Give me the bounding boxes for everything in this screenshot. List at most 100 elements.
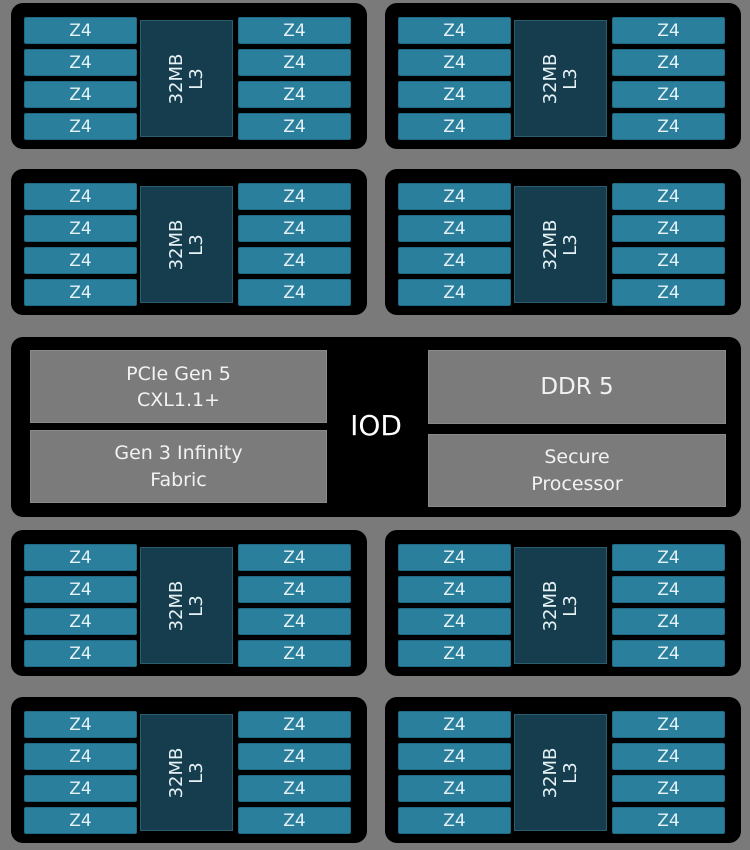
core-left: Z4 — [24, 247, 137, 274]
ddr-block: DDR 5 — [428, 350, 726, 424]
l3-cache-label: L3 — [185, 233, 207, 256]
l3-cache: 32MB L3 — [140, 714, 233, 831]
l3-cache-size: 32MB — [539, 747, 561, 798]
secure-processor-line1: Secure — [544, 445, 610, 468]
core-right: Z4 — [238, 215, 351, 242]
core-left: Z4 — [24, 183, 137, 210]
core-right: Z4 — [238, 183, 351, 210]
core-right: Z4 — [612, 608, 725, 635]
core-left: Z4 — [24, 544, 137, 571]
core-right: Z4 — [612, 183, 725, 210]
l3-cache: 32MB L3 — [140, 547, 233, 664]
core-right: Z4 — [238, 775, 351, 802]
l3-cache-size: 32MB — [539, 219, 561, 270]
core-right: Z4 — [612, 711, 725, 738]
core-left: Z4 — [24, 279, 137, 306]
core-left: Z4 — [24, 81, 137, 108]
core-right: Z4 — [612, 775, 725, 802]
l3-cache-label: L3 — [185, 761, 207, 784]
ccd-die: Z4 Z4 Z4 Z4 Z4 Z4 Z4 Z4 32MB L3 — [385, 530, 741, 676]
pcie-block: PCIe Gen 5 CXL1.1+ — [30, 350, 327, 423]
core-left: Z4 — [24, 640, 137, 667]
ddr-line1: DDR 5 — [540, 374, 614, 400]
core-right: Z4 — [238, 49, 351, 76]
core-left: Z4 — [24, 49, 137, 76]
secure-processor-block: Secure Processor — [428, 434, 726, 507]
core-right: Z4 — [238, 544, 351, 571]
iod-label: IOD — [350, 409, 402, 442]
core-right: Z4 — [612, 215, 725, 242]
infinity-fabric-line2: Fabric — [150, 468, 207, 491]
core-left: Z4 — [24, 608, 137, 635]
core-right: Z4 — [238, 81, 351, 108]
core-left: Z4 — [398, 49, 511, 76]
core-right: Z4 — [238, 279, 351, 306]
l3-cache: 32MB L3 — [514, 186, 607, 303]
core-left: Z4 — [24, 17, 137, 44]
l3-cache-size: 32MB — [165, 219, 187, 270]
l3-cache: 32MB L3 — [514, 714, 607, 831]
core-left: Z4 — [398, 640, 511, 667]
infinity-fabric-line1: Gen 3 Infinity — [114, 441, 243, 464]
core-right: Z4 — [238, 743, 351, 770]
l3-cache-label: L3 — [559, 67, 581, 90]
core-right: Z4 — [612, 247, 725, 274]
l3-cache-size: 32MB — [165, 580, 187, 631]
l3-cache-label: L3 — [185, 67, 207, 90]
core-left: Z4 — [398, 711, 511, 738]
core-right: Z4 — [612, 807, 725, 834]
core-right: Z4 — [612, 743, 725, 770]
l3-cache-label: L3 — [559, 761, 581, 784]
core-left: Z4 — [24, 743, 137, 770]
core-left: Z4 — [398, 608, 511, 635]
l3-cache: 32MB L3 — [140, 20, 233, 137]
l3-cache-size: 32MB — [165, 53, 187, 104]
core-left: Z4 — [398, 807, 511, 834]
core-right: Z4 — [238, 576, 351, 603]
ccd-die: Z4 Z4 Z4 Z4 Z4 Z4 Z4 Z4 32MB L3 — [385, 3, 741, 149]
ccd-die: Z4 Z4 Z4 Z4 Z4 Z4 Z4 Z4 32MB L3 — [11, 697, 367, 843]
core-right: Z4 — [238, 640, 351, 667]
secure-processor-line2: Processor — [531, 472, 623, 495]
core-right: Z4 — [238, 17, 351, 44]
l3-cache: 32MB L3 — [514, 20, 607, 137]
core-right: Z4 — [612, 279, 725, 306]
l3-cache-size: 32MB — [165, 747, 187, 798]
l3-cache-label: L3 — [185, 594, 207, 617]
core-right: Z4 — [612, 17, 725, 44]
core-right: Z4 — [238, 608, 351, 635]
core-right: Z4 — [238, 807, 351, 834]
io-die: PCIe Gen 5 CXL1.1+ Gen 3 Infinity Fabric I… — [11, 337, 741, 517]
core-left: Z4 — [398, 775, 511, 802]
core-left: Z4 — [398, 81, 511, 108]
pcie-line1: PCIe Gen 5 — [126, 362, 231, 385]
ccd-die: Z4 Z4 Z4 Z4 Z4 Z4 Z4 Z4 32MB L3 — [11, 530, 367, 676]
core-left: Z4 — [398, 113, 511, 140]
core-right: Z4 — [612, 49, 725, 76]
ccd-die: Z4 Z4 Z4 Z4 Z4 Z4 Z4 Z4 32MB L3 — [11, 169, 367, 315]
core-right: Z4 — [612, 113, 725, 140]
l3-cache-size: 32MB — [539, 580, 561, 631]
l3-cache: 32MB L3 — [514, 547, 607, 664]
core-left: Z4 — [24, 113, 137, 140]
ccd-die: Z4 Z4 Z4 Z4 Z4 Z4 Z4 Z4 32MB L3 — [385, 169, 741, 315]
core-right: Z4 — [238, 113, 351, 140]
core-left: Z4 — [24, 215, 137, 242]
core-right: Z4 — [238, 247, 351, 274]
core-left: Z4 — [398, 576, 511, 603]
ccd-die: Z4 Z4 Z4 Z4 Z4 Z4 Z4 Z4 32MB L3 — [385, 697, 741, 843]
core-left: Z4 — [398, 743, 511, 770]
core-right: Z4 — [612, 576, 725, 603]
core-left: Z4 — [398, 17, 511, 44]
l3-cache-label: L3 — [559, 233, 581, 256]
l3-cache-label: L3 — [559, 594, 581, 617]
core-left: Z4 — [24, 711, 137, 738]
core-right: Z4 — [612, 640, 725, 667]
core-right: Z4 — [612, 81, 725, 108]
core-left: Z4 — [398, 247, 511, 274]
core-left: Z4 — [398, 215, 511, 242]
core-left: Z4 — [24, 807, 137, 834]
core-left: Z4 — [398, 183, 511, 210]
core-left: Z4 — [398, 544, 511, 571]
core-left: Z4 — [24, 576, 137, 603]
